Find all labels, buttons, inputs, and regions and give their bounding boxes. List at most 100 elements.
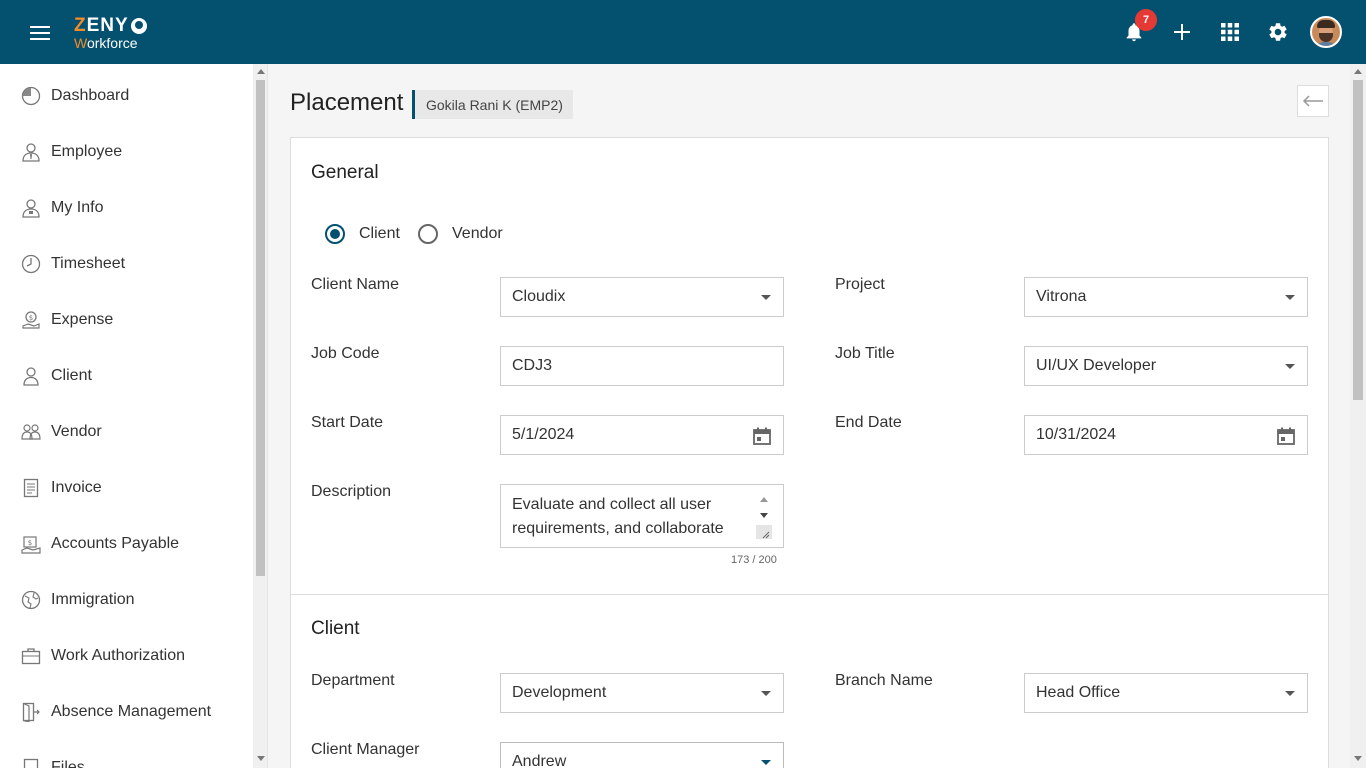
description-char-counter: 173 / 200 [731, 554, 777, 566]
employee-icon [22, 143, 40, 162]
svg-text:$: $ [28, 539, 32, 547]
client-name-select[interactable]: Cloudix [500, 277, 784, 317]
scroll-up-icon[interactable] [1354, 69, 1362, 74]
resize-handle-icon[interactable] [756, 525, 772, 539]
sidebar-item-immigration[interactable]: Immigration [0, 572, 252, 628]
scroll-up-icon[interactable] [257, 69, 265, 74]
sidebar-item-label: Client [51, 367, 92, 384]
scroll-down-icon[interactable] [1354, 756, 1362, 761]
chevron-down-icon [761, 295, 771, 300]
menu-icon[interactable] [28, 22, 52, 42]
dashboard-icon [21, 86, 41, 106]
sidebar-item-accounts-payable[interactable]: $ Accounts Payable [0, 516, 252, 572]
department-label: Department [311, 672, 395, 689]
scroll-down-icon[interactable] [257, 756, 265, 761]
select-value: UI/UX Developer [1036, 357, 1157, 374]
scrollbar-thumb[interactable] [1353, 80, 1363, 400]
sidebar-item-label: My Info [51, 199, 104, 216]
vendor-icon [21, 424, 41, 440]
scroll-down-icon[interactable] [760, 513, 768, 518]
chevron-down-icon [1285, 364, 1295, 369]
invoice-icon [23, 478, 39, 498]
page-title: Placement [290, 89, 404, 116]
select-value: Vitrona [1036, 288, 1087, 305]
sidebar-item-timesheet[interactable]: Timesheet [0, 236, 252, 292]
add-icon[interactable] [1168, 18, 1196, 46]
sidebar-item-label: Dashboard [51, 87, 130, 104]
sidebar-item-vendor[interactable]: Vendor [0, 404, 252, 460]
sidebar-item-label: Invoice [51, 479, 102, 496]
radio-vendor[interactable]: Vendor [418, 224, 503, 244]
end-date-label: End Date [835, 414, 902, 431]
sidebar-item-label: Absence Management [51, 703, 212, 720]
clock-icon [21, 254, 41, 274]
placement-form-card: General Client Vendor Client Name Cloudi… [290, 137, 1329, 768]
branch-name-select[interactable]: Head Office [1024, 673, 1308, 713]
expense-icon: $ [22, 311, 40, 329]
textarea-value: Evaluate and collect all user requiremen… [512, 496, 724, 537]
arrow-left-icon [1302, 95, 1323, 107]
project-label: Project [835, 276, 885, 293]
start-date-label: Start Date [311, 414, 384, 431]
main-scrollbar[interactable] [1350, 64, 1366, 768]
calendar-icon[interactable] [752, 426, 772, 446]
client-icon [23, 367, 39, 386]
sidebar-item-label: Employee [51, 143, 123, 160]
section-title-client: Client [311, 618, 360, 639]
project-select[interactable]: Vitrona [1024, 277, 1308, 317]
scroll-up-icon[interactable] [760, 497, 768, 502]
section-divider [291, 594, 1328, 595]
sidebar-item-invoice[interactable]: Invoice [0, 460, 252, 516]
sidebar-item-dashboard[interactable]: Dashboard [0, 68, 252, 124]
files-icon [23, 758, 39, 768]
sidebar-item-absence-management[interactable]: Absence Management [0, 684, 252, 740]
description-label: Description [311, 483, 392, 500]
section-title-general: General [311, 162, 379, 183]
start-date-picker[interactable]: 5/1/2024 [500, 415, 784, 455]
my-info-icon [22, 199, 40, 218]
job-code-input[interactable]: CDJ3 [500, 346, 784, 386]
job-title-select[interactable]: UI/UX Developer [1024, 346, 1308, 386]
sidebar-scrollbar[interactable] [253, 64, 267, 768]
radio-client[interactable]: Client [325, 224, 400, 244]
date-value: 5/1/2024 [512, 426, 575, 443]
client-name-label: Client Name [311, 276, 400, 293]
notification-badge: 7 [1135, 9, 1157, 31]
sidebar-item-employee[interactable]: Employee [0, 124, 252, 180]
radio-label: Vendor [452, 225, 503, 242]
end-date-picker[interactable]: 10/31/2024 [1024, 415, 1308, 455]
sidebar-item-label: Files [51, 759, 85, 768]
back-button[interactable] [1297, 85, 1329, 117]
sidebar-item-expense[interactable]: $ Expense [0, 292, 252, 348]
chevron-down-icon [1285, 691, 1295, 696]
top-app-bar: Z ENY Workforce 7 [0, 0, 1366, 64]
user-avatar[interactable] [1310, 16, 1342, 48]
svg-text:$: $ [29, 314, 33, 322]
scrollbar-thumb[interactable] [256, 80, 265, 576]
sidebar-item-client[interactable]: Client [0, 348, 252, 404]
job-code-label: Job Code [311, 345, 380, 362]
sidebar-item-label: Vendor [51, 423, 102, 440]
client-manager-select[interactable]: Andrew [500, 742, 784, 768]
select-value: Head Office [1036, 684, 1121, 701]
chevron-down-icon [1285, 295, 1295, 300]
select-value: Cloudix [512, 288, 566, 305]
app-logo[interactable]: Z ENY Workforce [74, 16, 164, 50]
sidebar-item-my-info[interactable]: My Info [0, 180, 252, 236]
select-value: Development [512, 684, 607, 701]
calendar-icon[interactable] [1276, 426, 1296, 446]
sidebar-item-work-authorization[interactable]: Work Authorization [0, 628, 252, 684]
radio-selected-icon [325, 224, 345, 244]
gear-icon[interactable] [1264, 18, 1292, 46]
sidebar-item-label: Timesheet [51, 255, 126, 272]
description-textarea[interactable]: Evaluate and collect all user requiremen… [500, 484, 784, 548]
textarea-scrollbar[interactable] [756, 493, 772, 541]
sidebar-item-files[interactable]: Files [0, 740, 252, 768]
briefcase-icon [21, 648, 41, 665]
globe-icon [21, 590, 41, 610]
apps-grid-icon[interactable] [1216, 18, 1244, 46]
chevron-down-icon [761, 691, 771, 696]
department-select[interactable]: Development [500, 673, 784, 713]
sidebar-item-label: Immigration [51, 591, 135, 608]
radio-label: Client [359, 225, 400, 242]
